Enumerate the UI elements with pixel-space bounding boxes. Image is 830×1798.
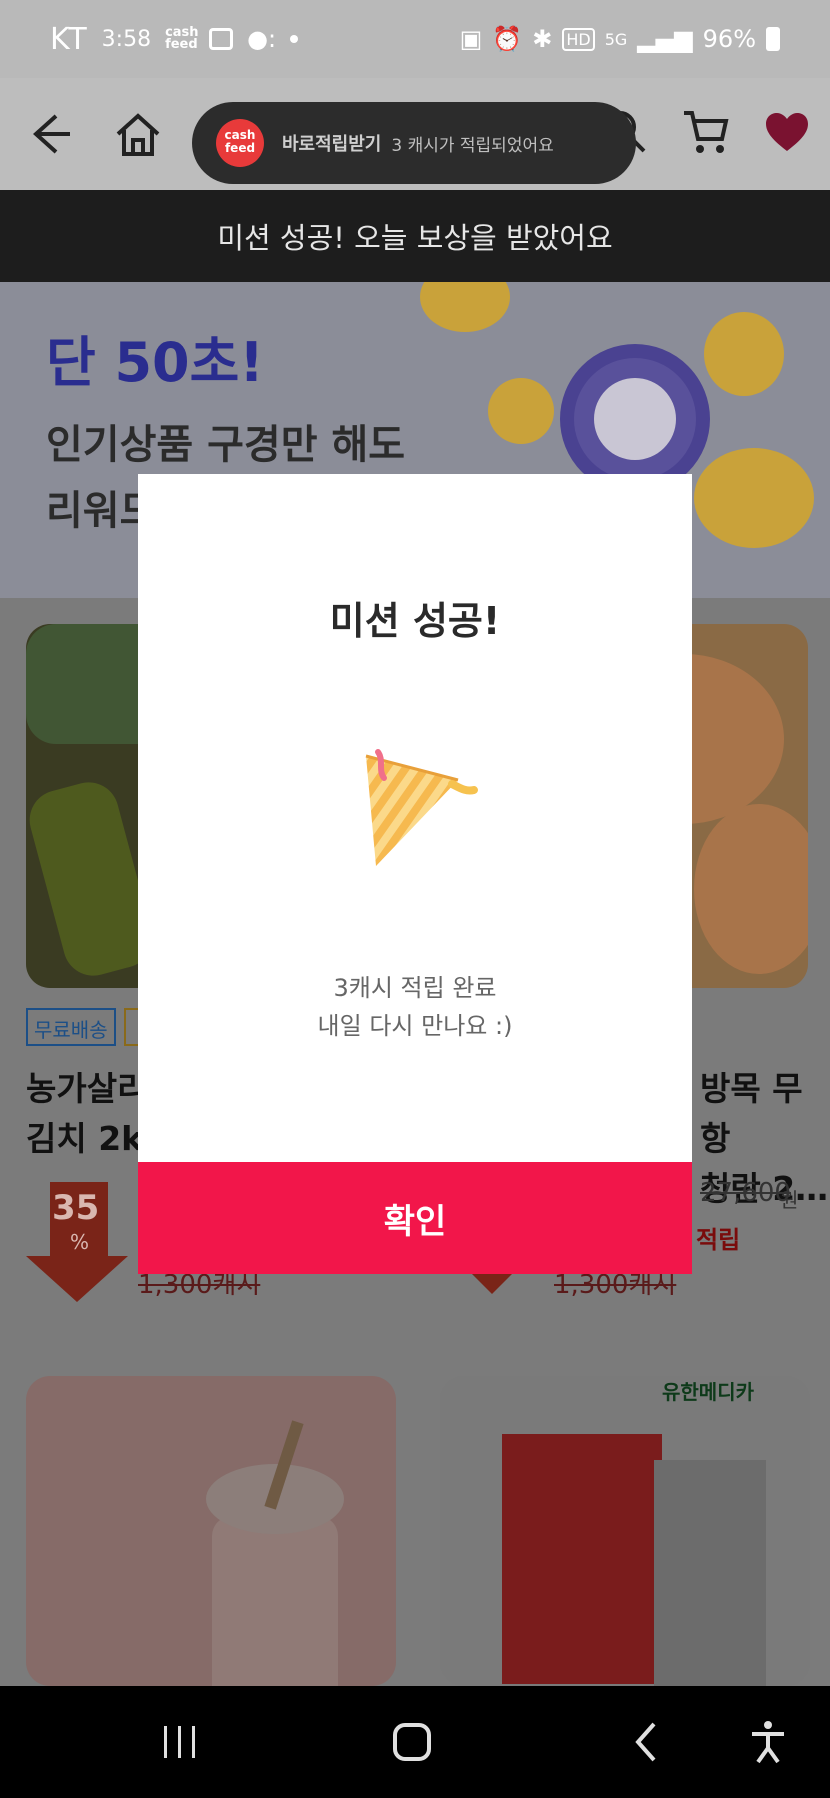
confirm-button[interactable]: 확인 [138, 1162, 692, 1274]
promo-headline: 단 50초! [46, 331, 264, 394]
cashfeed-logo: cash feed [216, 119, 264, 167]
modal-title: 미션 성공! [329, 599, 501, 643]
original-price: 27,600 [700, 1178, 791, 1208]
status-left: KT 3:58 cash feed ●: [50, 21, 299, 57]
party-popper-icon [348, 746, 488, 876]
toast-message: 3 캐시가 적립되었어요 [391, 135, 554, 156]
status-right: ▣ ⏰ ✱ HD 5G ▂▄▆ 96% [460, 25, 780, 53]
coin-decoration [694, 448, 814, 548]
product-title-line: 농가살리 [26, 1069, 148, 1108]
battery-icon [766, 27, 780, 51]
brand-logo: 유한메디카 [662, 1380, 754, 1404]
modal-message: 내일 다시 만나요 :) [317, 1012, 513, 1040]
battery-saver-icon: ▣ [459, 25, 483, 53]
clock-time: 3:58 [101, 26, 152, 52]
clock-face [594, 378, 676, 460]
price-unit: 원 [780, 1188, 799, 1212]
product-image-tumbler[interactable] [26, 1376, 396, 1686]
promo-subline: 인기상품 구경만 해도 [46, 422, 406, 468]
egg-shape [694, 804, 808, 974]
toast-accrue-label: 바로적립받기 [282, 134, 382, 155]
carrier-label: KT [50, 21, 88, 57]
gallery-notification-icon [209, 28, 234, 50]
mission-success-bar: 미션 성공! 오늘 보상을 받았어요 [0, 190, 830, 282]
back-arrow-icon[interactable] [20, 104, 80, 164]
bluetooth-icon: ✱ [532, 25, 553, 53]
home-icon[interactable] [108, 104, 168, 164]
product-image-supplement[interactable] [440, 1376, 810, 1686]
discount-value: 35 [52, 1188, 100, 1228]
more-notifications-dot-icon [290, 35, 299, 43]
product-title-line: 김치 2k [26, 1119, 144, 1158]
cash-toast[interactable]: cash feed 바로적립받기 3 캐시가 적립되었어요 [192, 102, 636, 184]
network-type-icon: 5G [604, 29, 628, 49]
coin-decoration [420, 282, 510, 332]
tumbler-body [212, 1516, 338, 1686]
cashfeed-notification-icon: cash feed [165, 25, 199, 52]
supplement-box [502, 1434, 662, 1684]
accrue-label: 적립 [696, 1226, 741, 1254]
signal-strength-icon: ▂▄▆ [637, 25, 693, 53]
home-button-icon[interactable] [352, 1686, 472, 1798]
supplement-blister-pack [654, 1460, 766, 1686]
recent-apps-icon[interactable] [120, 1686, 240, 1798]
back-button-icon[interactable] [586, 1686, 706, 1798]
status-bar: KT 3:58 cash feed ●: ▣ ⏰ ✱ HD 5G ▂▄▆ 96% [0, 0, 830, 78]
system-navigation-bar [0, 1686, 830, 1798]
heart-icon[interactable] [764, 111, 810, 157]
alarm-clock-illustration [560, 344, 710, 494]
discount-arrow-icon [26, 1256, 128, 1302]
discount-unit: % [70, 1230, 90, 1254]
mission-success-modal: 미션 성공! 3캐시 적립 완료 내일 다시 만나요 :) 확인 [138, 474, 692, 1274]
free-shipping-tag: 무료배송 [26, 1008, 116, 1046]
accessibility-icon[interactable] [718, 1686, 818, 1798]
coin-decoration [488, 378, 554, 444]
coin-decoration [704, 312, 784, 396]
discount-badge: 35 % [26, 1182, 128, 1302]
product-title-left[interactable]: 농가살리 김치 2k [26, 1064, 147, 1164]
record-notification-icon: ●: [247, 25, 277, 53]
cart-icon[interactable] [682, 109, 730, 159]
battery-percentage: 96% [702, 25, 756, 53]
product-title-line: 방목 무항 [700, 1069, 803, 1158]
hd-voice-icon: HD [562, 27, 595, 51]
alarm-icon: ⏰ [492, 25, 523, 53]
modal-message: 3캐시 적립 완료 [333, 974, 497, 1002]
